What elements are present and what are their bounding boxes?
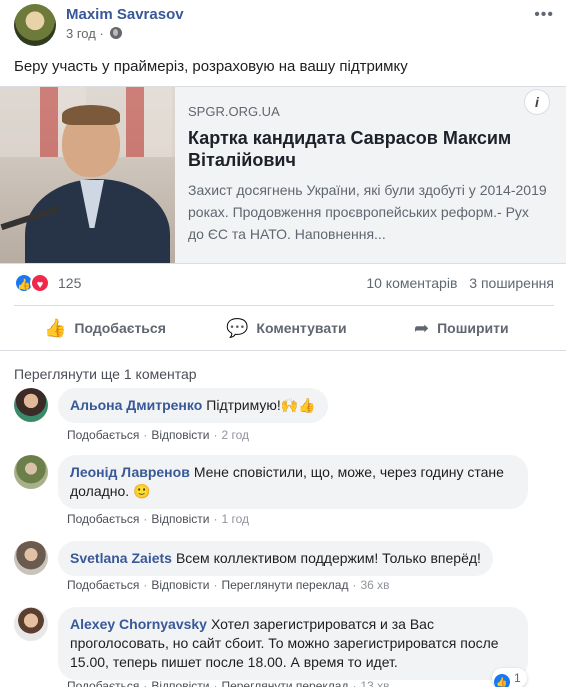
info-icon[interactable]: i xyxy=(524,89,550,115)
post-stats: 👍 ♥ 125 10 коментарів 3 поширення xyxy=(14,272,554,294)
post-author-name[interactable]: Maxim Savrasov xyxy=(66,6,184,23)
link-preview-image[interactable] xyxy=(0,87,175,263)
comment-text: Всем коллективом поддержим! Только вперё… xyxy=(175,550,481,566)
like-button-label: Подобається xyxy=(74,320,166,336)
comment-time[interactable]: 36 хв xyxy=(360,578,389,592)
comment-author[interactable]: Alexey Chornyavsky xyxy=(70,616,207,632)
comment-author[interactable]: Svetlana Zaiets xyxy=(70,550,172,566)
comment-icon: 💬 xyxy=(226,317,249,338)
comment-like-link[interactable]: Подобається xyxy=(67,428,139,442)
share-icon: ➦ xyxy=(414,317,430,338)
reaction-count[interactable]: 125 xyxy=(58,275,81,291)
divider xyxy=(0,350,566,351)
comment-bubble: Alexey Chornyavsky Хотел зарегистрироватс… xyxy=(58,607,528,680)
comment-time[interactable]: 13 хв xyxy=(360,679,389,687)
comment-author[interactable]: Альона Дмитренко xyxy=(70,397,202,413)
love-reaction-icon[interactable]: ♥ xyxy=(30,273,50,293)
divider xyxy=(14,305,554,306)
comment-author[interactable]: Леонід Лавренов xyxy=(70,464,190,480)
link-description: Захист досягнень України, які були здобу… xyxy=(188,182,547,242)
comment-reply-link[interactable]: Відповісти xyxy=(151,679,209,687)
comment-actions: Подобається · Відповісти · 2 год xyxy=(67,428,249,442)
commenter-avatar[interactable] xyxy=(14,388,48,422)
translate-link[interactable]: Переглянути переклад xyxy=(221,578,348,592)
comment-reply-link[interactable]: Відповісти xyxy=(151,578,209,592)
comment-button-label: Коментувати xyxy=(256,320,347,336)
comment-button[interactable]: 💬 Коментувати xyxy=(226,310,347,346)
comment-like-link[interactable]: Подобається xyxy=(67,679,139,687)
commenter-avatar[interactable] xyxy=(14,541,48,575)
author-avatar[interactable] xyxy=(14,4,56,46)
view-more-comments-link[interactable]: Переглянути ще 1 коментар xyxy=(14,366,197,382)
link-title[interactable]: Картка кандидата Саврасов Максим Віталій… xyxy=(188,127,548,171)
comment-reply-link[interactable]: Відповісти xyxy=(151,512,209,526)
comment-count[interactable]: 10 коментарів xyxy=(366,275,457,291)
comment-time[interactable]: 2 год xyxy=(221,428,249,442)
post-time[interactable]: 3 год xyxy=(66,26,96,41)
comment-reply-link[interactable]: Відповісти xyxy=(151,428,209,442)
post-text: Беру участь у праймеріз, розраховую на в… xyxy=(14,58,408,75)
post-meta: 3 год · xyxy=(66,26,123,41)
share-count[interactable]: 3 поширення xyxy=(469,275,554,291)
comment-bubble: Svetlana Zaiets Всем коллективом поддержи… xyxy=(58,541,493,576)
translate-link[interactable]: Переглянути переклад xyxy=(221,679,348,687)
post-actions: 👍 Подобається 💬 Коментувати ➦ Поширити xyxy=(0,310,566,346)
comment-like-link[interactable]: Подобається xyxy=(67,512,139,526)
thumbs-up-icon: 👍 xyxy=(44,317,67,338)
comment-bubble: Альона Дмитренко Підтримую!🙌👍 xyxy=(58,388,328,423)
comment-actions: Подобається · Відповісти · Переглянути перек… xyxy=(67,679,390,687)
comment-actions: Подобається · Відповісти · 1 год xyxy=(67,512,249,526)
share-button[interactable]: ➦ Поширити xyxy=(414,310,509,346)
link-preview-body: SPGR.ORG.UA Картка кандидата Саврасов Ма… xyxy=(188,104,548,245)
like-button[interactable]: 👍 Подобається xyxy=(44,310,166,346)
link-domain: SPGR.ORG.UA xyxy=(188,104,280,119)
comment-text: Підтримую!🙌👍 xyxy=(206,397,316,413)
globe-icon xyxy=(110,27,123,39)
like-reaction-icon: 👍 xyxy=(494,674,510,687)
more-options-icon[interactable]: ••• xyxy=(534,6,554,24)
comment-reactions[interactable]: 👍 1 xyxy=(492,668,527,687)
share-button-label: Поширити xyxy=(437,320,509,336)
comment-time[interactable]: 1 год xyxy=(221,512,249,526)
comment-bubble: Леонід Лавренов Мене сповістили, що, може… xyxy=(58,455,528,509)
commenter-avatar[interactable] xyxy=(14,455,48,489)
commenter-avatar[interactable] xyxy=(14,607,48,641)
comment-like-link[interactable]: Подобається xyxy=(67,578,139,592)
comment-actions: Подобається · Відповісти · Переглянути перек… xyxy=(67,578,390,592)
post-header: Maxim Savrasov 3 год · ••• xyxy=(14,4,554,48)
link-preview-card[interactable]: SPGR.ORG.UA Картка кандидата Саврасов Ма… xyxy=(0,86,566,264)
